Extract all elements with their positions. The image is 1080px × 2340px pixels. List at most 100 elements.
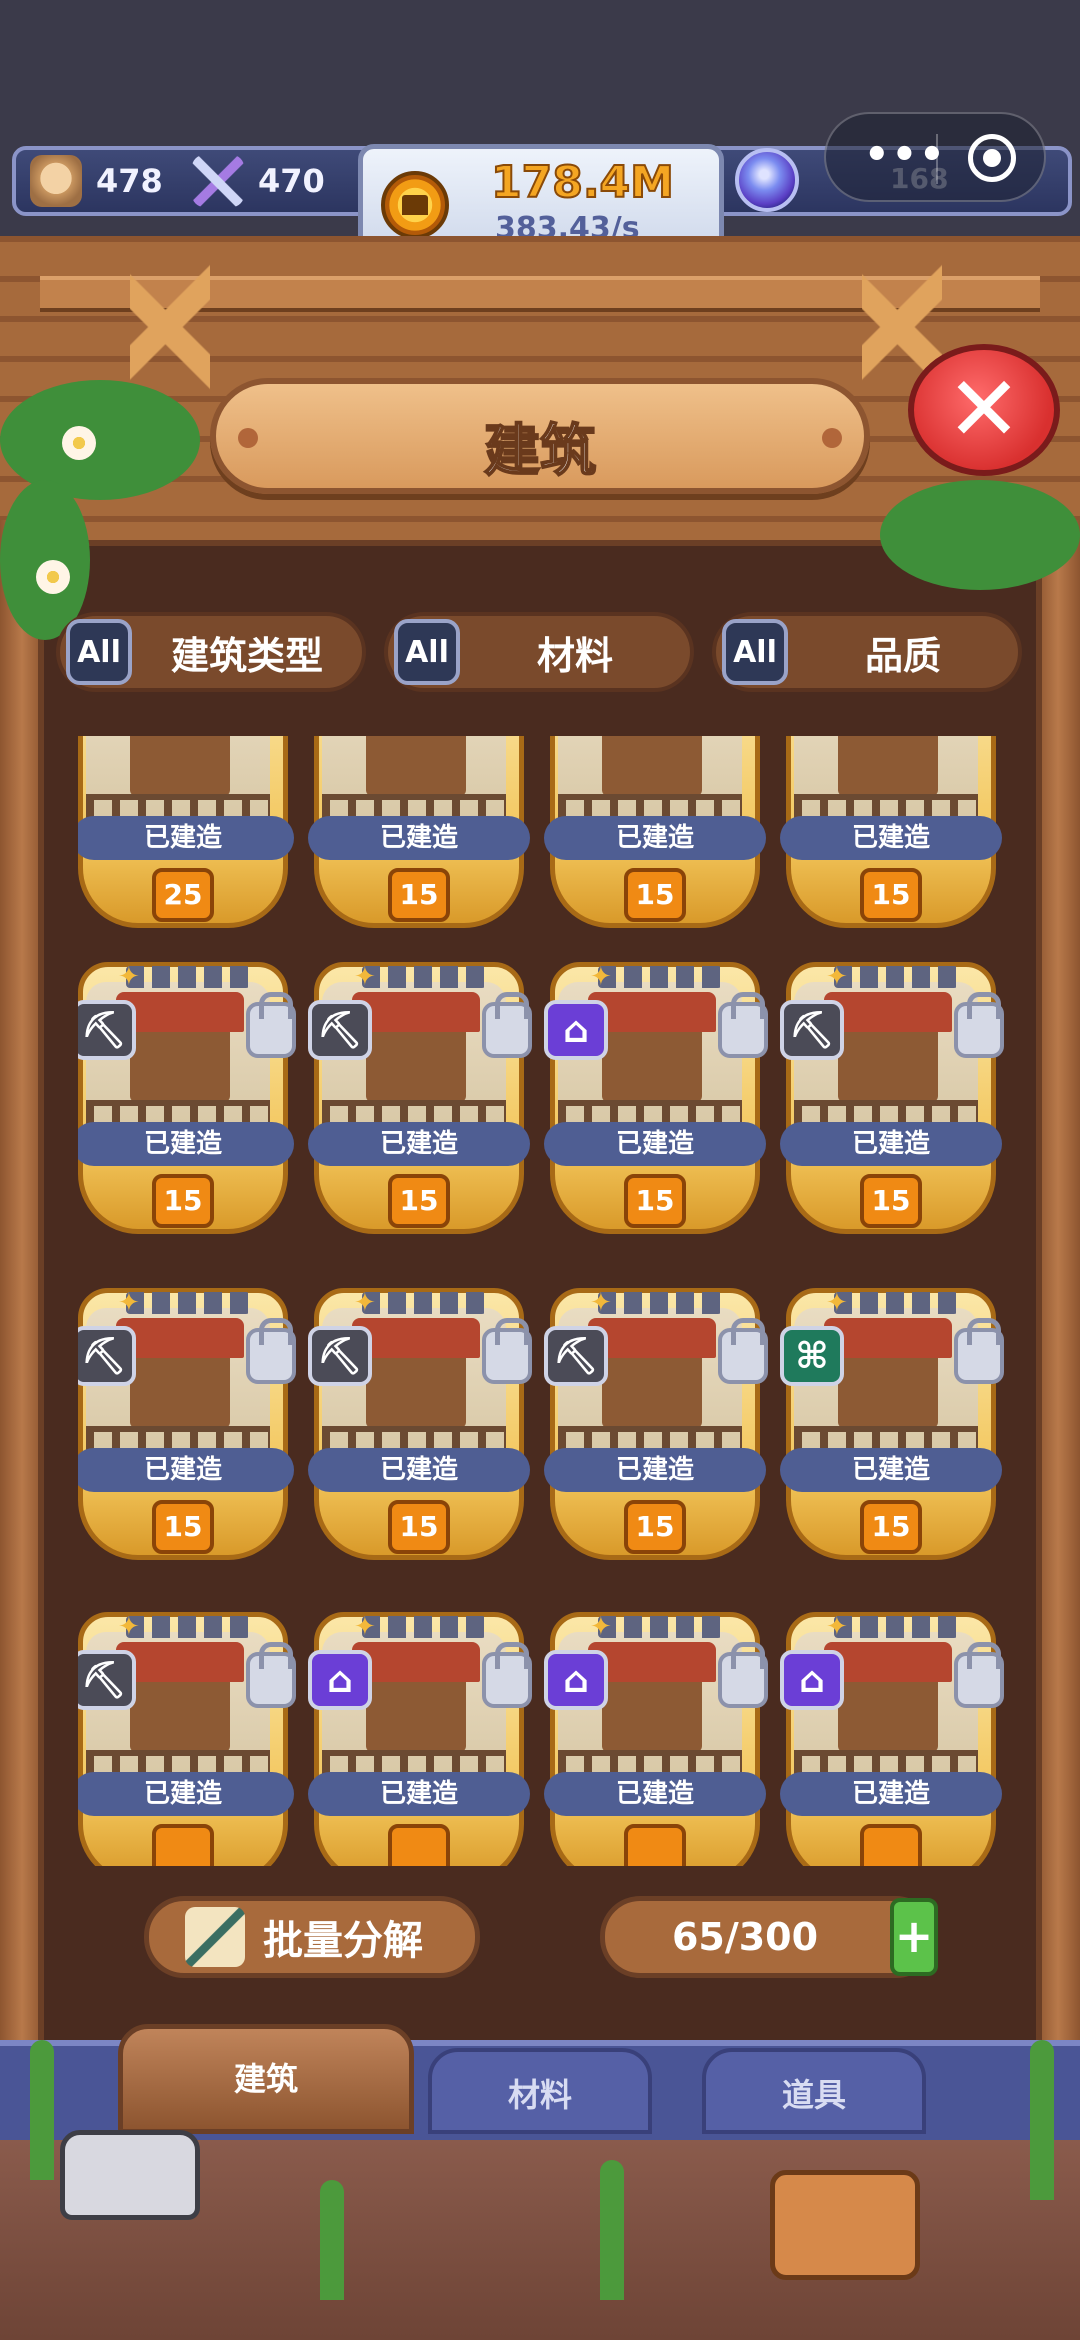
power-value: 470 [258, 162, 325, 200]
capsule-divider [936, 134, 938, 184]
building-card[interactable]: ✦ ⛏ 已建造 15 [544, 1288, 768, 1578]
building-card[interactable]: ✦ ⛏ 已建造 15 [308, 962, 532, 1252]
star-rating [362, 1616, 486, 1638]
pickaxe-icon: ⛏ [544, 1326, 608, 1386]
building-card[interactable]: ✦ ⛏ 已建造 [78, 1612, 296, 1866]
lock-icon[interactable] [246, 1642, 296, 1708]
building-sprite [352, 992, 480, 1102]
lock-icon[interactable] [718, 1642, 768, 1708]
lock-icon[interactable] [246, 1318, 296, 1384]
grey-cat-sprite [60, 2130, 200, 2220]
bulk-decompose-button[interactable]: 批量分解 [144, 1896, 480, 1978]
filter-material[interactable]: All 材料 [384, 612, 694, 692]
building-sprite [130, 736, 230, 796]
grass [600, 2160, 624, 2300]
level-badge: 15 [388, 868, 450, 922]
level-badge: 25 [152, 868, 214, 922]
building-card[interactable]: 已建造 15 [544, 736, 766, 946]
all-badge: All [722, 619, 788, 685]
building-card[interactable]: ✦ ⛏ 已建造 15 [308, 1288, 532, 1578]
lock-icon[interactable] [482, 1318, 532, 1384]
star-rating [362, 1292, 486, 1314]
tab-materials[interactable]: 材料 [428, 2048, 652, 2134]
level-badge: 15 [152, 1500, 214, 1554]
filter-quality[interactable]: All 品质 [712, 612, 1022, 692]
exit-icon[interactable] [968, 134, 1016, 182]
building-card[interactable]: ✦ ⛏ 已建造 15 [780, 962, 1004, 1252]
post-right [1036, 520, 1080, 2080]
building-sprite [838, 736, 938, 796]
star-plus-icon: ✦ [826, 1612, 848, 1642]
population-icon [30, 155, 82, 207]
tab-buildings[interactable]: 建筑 [118, 2024, 414, 2134]
building-sprite [824, 1318, 952, 1428]
power-counter: 470 [192, 150, 325, 212]
pickaxe-icon: ⛏ [308, 1000, 372, 1060]
built-status: 已建造 [308, 1772, 530, 1816]
building-sprite [602, 736, 702, 796]
lock-icon[interactable] [246, 992, 296, 1058]
building-card[interactable]: ✦ ⌂ 已建造 [544, 1612, 768, 1866]
gem-icon[interactable] [735, 148, 799, 212]
star-rating [834, 966, 958, 988]
star-rating [126, 1616, 250, 1638]
star-plus-icon: ✦ [118, 1612, 140, 1642]
building-card[interactable]: ✦ ⛏ 已建造 15 [78, 1288, 296, 1578]
orange-cat-sprite [770, 2170, 920, 2280]
building-image [558, 736, 742, 824]
more-icon[interactable]: ••• [864, 132, 947, 178]
star-rating [834, 1292, 958, 1314]
capacity-count: 65/300 [671, 1915, 819, 1959]
bulk-decompose-label: 批量分解 [263, 1918, 423, 1964]
building-card[interactable]: ✦ ⌂ 已建造 [308, 1612, 532, 1866]
flower-icon [36, 560, 70, 594]
lock-icon[interactable] [718, 992, 768, 1058]
star-rating [362, 966, 486, 988]
level-badge: 15 [388, 1174, 450, 1228]
filter-building-type[interactable]: All 建筑类型 [56, 612, 366, 692]
building-grid[interactable]: 已建造 25 已建造 15 已建造 15 已建造 15 ✦ ⛏ 已建造 15 ✦ ⛏ 已建造 15 ✦ ⌂ 已建造 1… [78, 736, 1008, 1866]
star-rating [598, 966, 722, 988]
pickaxe-icon: ⛏ [78, 1650, 136, 1710]
lock-icon[interactable] [482, 1642, 532, 1708]
expand-capacity-button[interactable]: + [890, 1898, 938, 1976]
lock-icon[interactable] [954, 1318, 1004, 1384]
building-card[interactable]: 已建造 25 [78, 736, 294, 946]
built-status: 已建造 [308, 1122, 530, 1166]
building-sprite [824, 1642, 952, 1752]
close-button[interactable]: ✕ [908, 344, 1060, 476]
lock-icon[interactable] [954, 992, 1004, 1058]
level-badge: 15 [388, 1500, 450, 1554]
building-sprite [366, 736, 466, 796]
building-sprite [824, 992, 952, 1102]
building-sprite [116, 992, 244, 1102]
tab-items[interactable]: 道具 [702, 2048, 926, 2134]
building-card[interactable]: ✦ ⛏ 已建造 15 [78, 962, 296, 1252]
house-icon: ⌂ [544, 1000, 608, 1060]
building-image [322, 736, 506, 824]
built-status: 已建造 [308, 816, 530, 860]
lock-icon[interactable] [482, 992, 532, 1058]
building-card[interactable]: 已建造 15 [308, 736, 530, 946]
building-card[interactable]: ✦ ⌂ 已建造 [780, 1612, 1004, 1866]
built-status: 已建造 [308, 1448, 530, 1492]
building-card[interactable]: ✦ ⌂ 已建造 15 [544, 962, 768, 1252]
level-badge [860, 1824, 922, 1866]
grass [320, 2180, 344, 2300]
lock-icon[interactable] [718, 1318, 768, 1384]
level-badge: 15 [860, 1174, 922, 1228]
pickaxe-icon: ⛏ [308, 1326, 372, 1386]
building-sprite [588, 1318, 716, 1428]
building-card[interactable]: ✦ ⌘ 已建造 15 [780, 1288, 1004, 1578]
star-plus-icon: ✦ [590, 1612, 612, 1642]
star-plus-icon: ✦ [118, 1288, 140, 1318]
star-plus-icon: ✦ [826, 962, 848, 992]
built-status: 已建造 [544, 1772, 766, 1816]
level-badge [152, 1824, 214, 1866]
building-sprite [352, 1318, 480, 1428]
lock-icon[interactable] [954, 1642, 1004, 1708]
building-sprite [116, 1642, 244, 1752]
star-plus-icon: ✦ [590, 1288, 612, 1318]
gold-coin-icon [381, 171, 449, 239]
building-card[interactable]: 已建造 15 [780, 736, 1002, 946]
